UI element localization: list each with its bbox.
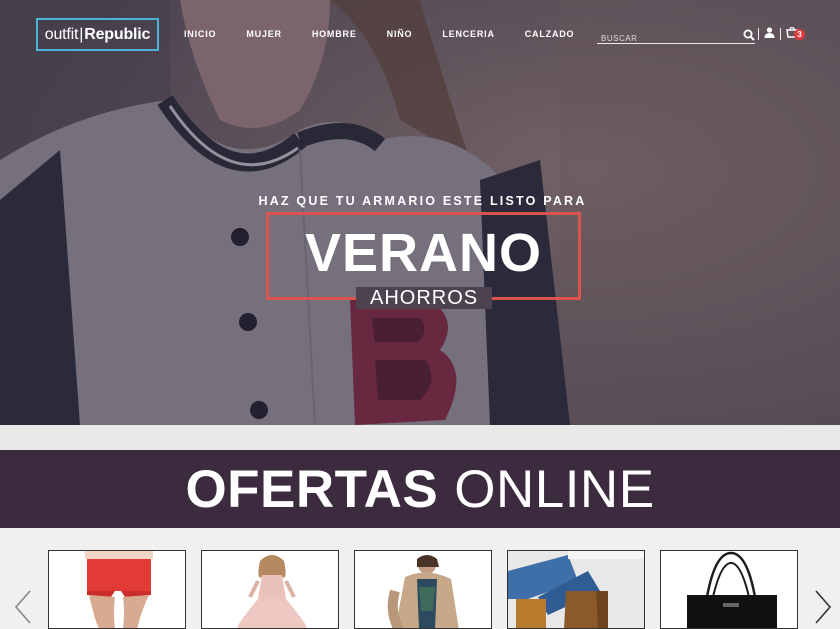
cart-button[interactable]: 3 bbox=[786, 26, 805, 41]
pink-dress-image bbox=[202, 551, 338, 628]
hero-subtitle-text: AHORROS bbox=[356, 287, 493, 309]
header-icons: 3 bbox=[758, 26, 805, 41]
carousel-next-arrow[interactable] bbox=[814, 590, 832, 629]
main-nav: INICIO MUJER HOMBRE NIÑO LENCERIA CALZAD… bbox=[184, 29, 574, 39]
nav-item-lenceria[interactable]: LENCERIA bbox=[442, 29, 494, 39]
logo-text-bold: Republic bbox=[84, 25, 151, 43]
cart-count-badge: 3 bbox=[794, 29, 805, 40]
search-bar bbox=[597, 28, 755, 44]
hero-tagline: HAZ QUE TU ARMARIO ESTE LISTO PARA bbox=[258, 194, 587, 208]
fur-coat-image bbox=[355, 551, 491, 628]
product-card-black-handbag[interactable] bbox=[660, 550, 798, 629]
product-card-red-shorts[interactable] bbox=[48, 550, 186, 629]
offers-title-strong: OFERTAS bbox=[185, 459, 439, 519]
cowboy-boots-image bbox=[508, 551, 644, 628]
carousel-prev-arrow[interactable] bbox=[14, 590, 32, 629]
site-logo[interactable]: outfit | Republic bbox=[36, 18, 159, 51]
product-card-pink-dress[interactable] bbox=[201, 550, 339, 629]
header-separator bbox=[780, 28, 781, 40]
user-icon[interactable] bbox=[764, 27, 775, 41]
nav-item-inicio[interactable]: INICIO bbox=[184, 29, 216, 39]
black-handbag-image bbox=[661, 551, 797, 628]
search-icon[interactable] bbox=[743, 28, 755, 46]
nav-item-nino[interactable]: NIÑO bbox=[387, 29, 413, 39]
hero-subtitle: AHORROS bbox=[356, 285, 493, 311]
header-separator bbox=[758, 28, 759, 40]
search-input[interactable] bbox=[597, 34, 737, 43]
offers-title-light: ONLINE bbox=[454, 459, 655, 519]
nav-item-mujer[interactable]: MUJER bbox=[246, 29, 282, 39]
nav-item-calzado[interactable]: CALZADO bbox=[525, 29, 575, 39]
logo-text-thin: outfit bbox=[44, 25, 79, 43]
logo-divider: | bbox=[79, 25, 84, 43]
hero-title: VERANO bbox=[304, 223, 543, 283]
product-card-fur-coat[interactable] bbox=[354, 550, 492, 629]
red-shorts-image bbox=[49, 551, 185, 628]
product-card-cowboy-boots[interactable] bbox=[507, 550, 645, 629]
offers-banner: OFERTAS ONLINE bbox=[0, 450, 840, 528]
nav-item-hombre[interactable]: HOMBRE bbox=[312, 29, 357, 39]
